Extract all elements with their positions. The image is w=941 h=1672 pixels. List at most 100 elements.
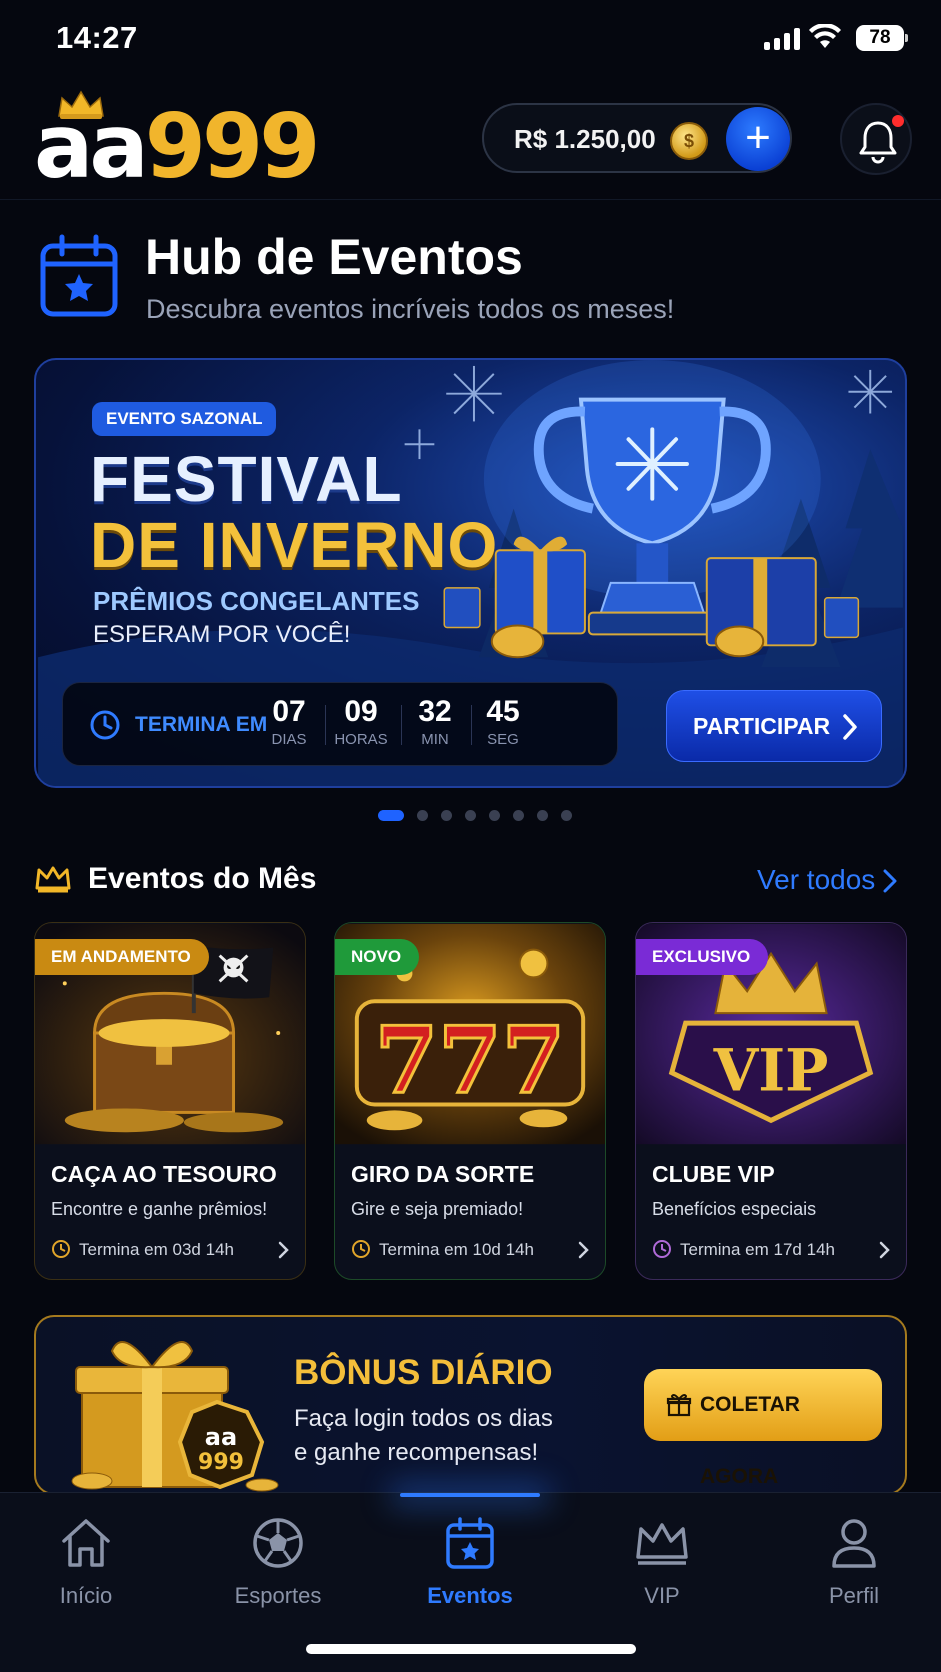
- user-icon: [832, 1519, 876, 1568]
- chevron-right-icon: [843, 714, 857, 740]
- carousel-dot[interactable]: [513, 810, 524, 821]
- divider: [401, 705, 402, 745]
- clock-icon: [52, 1240, 70, 1258]
- bell-icon: [859, 121, 897, 164]
- countdown-timer: TERMINA EM 07 DIAS 09 HORAS 32 MIN 45 SE…: [62, 682, 618, 766]
- collect-now-label: COLETAR AGORA: [700, 1393, 800, 1488]
- notifications-button[interactable]: [840, 103, 912, 175]
- event-card-vip-club[interactable]: VIP EXCLUSIVO CLUBE VIP Benefícios espec…: [635, 922, 907, 1280]
- daily-bonus-banner[interactable]: aa 999 BÔNUS DIÁRIO Faça login todos os …: [34, 1315, 907, 1495]
- soccer-ball-icon: [253, 1518, 303, 1568]
- app-header: aa999 R$ 1.250,00 $ +: [0, 88, 941, 200]
- bonus-description-line2: e ganhe recompensas!: [294, 1439, 539, 1466]
- gift-logo-999: 999: [198, 1450, 244, 1475]
- carousel-dot[interactable]: [441, 810, 452, 821]
- nav-label: Perfil: [828, 1583, 880, 1608]
- event-card-lucky-spin[interactable]: 777 NOVO GIRO DA SORTE Gire e seja premi…: [334, 922, 606, 1280]
- featured-event-banner[interactable]: EVENTO SAZONAL FESTIVAL DE INVERNO PRÊMI…: [34, 358, 907, 788]
- card-description: Benefícios especiais: [652, 1199, 817, 1219]
- carousel-dot[interactable]: [561, 810, 572, 821]
- crown-icon: [636, 1523, 688, 1565]
- balance-amount: R$ 1.250,00: [514, 124, 656, 154]
- carousel-dot-active[interactable]: [378, 810, 404, 821]
- chevron-right-icon: [578, 1241, 589, 1259]
- active-tab-indicator: [400, 1493, 540, 1497]
- signal-icon: [764, 28, 800, 50]
- banner-subtitle-line2: ESPERAM POR VOCÊ!: [93, 621, 351, 648]
- carousel-indicator[interactable]: [378, 810, 572, 821]
- wifi-icon: [809, 24, 841, 48]
- countdown-value: 45: [486, 695, 520, 728]
- collect-now-button[interactable]: COLETAR AGORA: [644, 1369, 882, 1488]
- logo-aa-text: aa: [34, 95, 149, 198]
- bonus-title: BÔNUS DIÁRIO: [294, 1353, 553, 1392]
- carousel-dot[interactable]: [465, 810, 476, 821]
- card-title: CLUBE VIP: [652, 1161, 775, 1187]
- countdown-value: 32: [418, 695, 452, 728]
- page-title: Hub de Eventos: [145, 229, 523, 285]
- bonus-description-line1: Faça login todos os dias: [294, 1405, 553, 1432]
- carousel-dot[interactable]: [537, 810, 548, 821]
- countdown-minutes: 32 MIN: [403, 695, 467, 748]
- logo-999-text: 999: [144, 95, 321, 198]
- countdown-unit: HORAS: [334, 731, 388, 748]
- gift-icon: [666, 1394, 692, 1417]
- home-indicator[interactable]: [306, 1644, 636, 1654]
- svg-text:777: 777: [375, 1007, 566, 1115]
- brand-logo[interactable]: aa999: [34, 90, 320, 192]
- deposit-button[interactable]: +: [726, 107, 790, 171]
- card-ends-in: Termina em 10d 14h: [379, 1240, 534, 1259]
- countdown-value: 09: [344, 695, 378, 728]
- banner-subtitle-line1: PRÊMIOS CONGELANTES: [93, 586, 420, 616]
- coin-icon: $: [670, 122, 708, 160]
- calendar-star-icon: [446, 1517, 494, 1569]
- nav-label: VIP: [644, 1583, 680, 1608]
- event-card-treasure[interactable]: EM ANDAMENTO CAÇA AO TESOURO Encontre e …: [34, 922, 306, 1280]
- countdown-seconds: 45 SEG: [471, 695, 535, 748]
- home-icon: [62, 1519, 110, 1567]
- countdown-hours: 09 HORAS: [329, 695, 393, 748]
- ends-in-label: TERMINA EM: [135, 713, 268, 736]
- carousel-dot[interactable]: [489, 810, 500, 821]
- clock-icon: [352, 1240, 370, 1258]
- chevron-right-icon: [879, 1241, 890, 1259]
- card-title: GIRO DA SORTE: [351, 1161, 535, 1187]
- nav-item-profile[interactable]: Perfil: [794, 1511, 914, 1609]
- battery-icon: 78: [856, 25, 908, 51]
- countdown-value: 07: [272, 695, 306, 728]
- nav-label: Esportes: [234, 1583, 322, 1608]
- gift-logo-aa: aa: [205, 1423, 237, 1451]
- svg-text:VIP: VIP: [713, 1037, 829, 1105]
- nav-item-sports[interactable]: Esportes: [218, 1511, 338, 1609]
- nav-label: Início: [59, 1583, 113, 1608]
- banner-title-line2: DE INVERNO: [90, 509, 499, 581]
- status-badge: EXCLUSIVO: [636, 939, 769, 975]
- participate-button[interactable]: PARTICIPAR: [666, 690, 882, 762]
- calendar-star-icon: [40, 234, 118, 317]
- card-title: CAÇA AO TESOURO: [51, 1161, 277, 1187]
- notification-dot: [892, 115, 904, 127]
- card-ends-in: Termina em 03d 14h: [79, 1240, 234, 1259]
- nav-item-events[interactable]: Eventos: [410, 1511, 530, 1609]
- countdown-days: 07 DIAS: [257, 695, 321, 748]
- crown-icon: [35, 866, 71, 893]
- nav-item-home[interactable]: Início: [26, 1511, 146, 1609]
- carousel-dot[interactable]: [417, 810, 428, 821]
- divider: [325, 705, 326, 745]
- gift-box-icon: aa 999: [71, 1341, 279, 1492]
- section-title: Eventos do Mês: [88, 862, 317, 895]
- page-subtitle: Descubra eventos incríveis todos os mese…: [146, 294, 675, 324]
- chevron-right-icon[interactable]: [882, 868, 898, 894]
- clock-icon: [653, 1240, 671, 1258]
- status-badge: NOVO: [335, 939, 420, 975]
- countdown-unit: MIN: [421, 731, 449, 748]
- nav-item-vip[interactable]: VIP: [602, 1511, 722, 1609]
- card-description: Gire e seja premiado!: [351, 1199, 524, 1219]
- chevron-right-icon: [278, 1241, 289, 1259]
- nav-label: Eventos: [427, 1583, 513, 1608]
- balance-pill[interactable]: R$ 1.250,00 $ +: [482, 103, 792, 173]
- clock-icon: [90, 710, 120, 740]
- see-all-link[interactable]: Ver todos: [757, 864, 875, 896]
- countdown-unit: DIAS: [271, 731, 307, 748]
- card-description: Encontre e ganhe prêmios!: [51, 1199, 268, 1219]
